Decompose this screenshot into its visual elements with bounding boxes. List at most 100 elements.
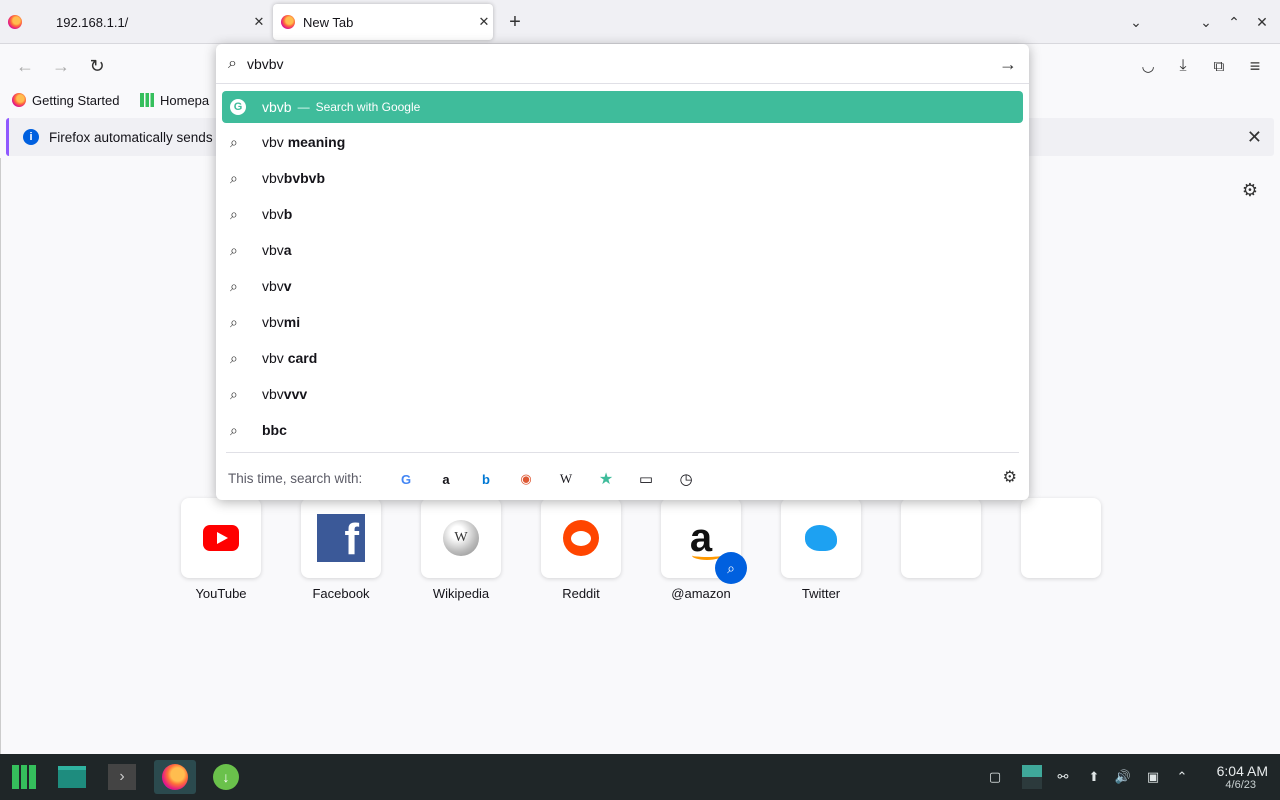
top-site-empty[interactable] bbox=[901, 498, 981, 578]
reload-icon[interactable]: ↻ bbox=[83, 52, 111, 80]
suggestion-row[interactable]: ⌕ vbv vvv bbox=[222, 376, 1023, 412]
tab-label: 192.168.1.1/ bbox=[56, 14, 129, 30]
bookmarks-icon[interactable]: ★ bbox=[595, 468, 617, 490]
history-icon[interactable]: ◷ bbox=[675, 468, 697, 490]
tabs-icon[interactable]: ▭ bbox=[635, 468, 657, 490]
tray-expand-icon[interactable]: ⌃ bbox=[1171, 766, 1193, 788]
top-site-twitter[interactable] bbox=[781, 498, 861, 578]
amazon-icon[interactable]: a bbox=[435, 468, 457, 490]
taskbar: › ↓ ▢ ⚯ ⬆ 🔊 ▣ ⌃ 6:04 AM 4/6/23 bbox=[0, 754, 1280, 800]
suggestion-text: vbv bbox=[262, 278, 284, 294]
suggestion-bold: v bbox=[283, 278, 292, 294]
new-tab-button[interactable]: + bbox=[505, 11, 525, 33]
search-icon: ⌕ bbox=[230, 349, 238, 366]
maximize-icon[interactable]: ⌃ bbox=[1224, 12, 1244, 32]
menu-icon[interactable]: ≡ bbox=[1241, 52, 1269, 80]
suggestion-row[interactable]: ⌕ bbc bbox=[222, 412, 1023, 448]
clock-time[interactable]: 6:04 AM bbox=[1198, 763, 1268, 779]
suggestion-row[interactable]: ⌕ vbv v bbox=[222, 268, 1023, 304]
firefox-view-button[interactable] bbox=[8, 4, 32, 40]
one-off-search-bar: This time, search with: G a b ◉ W ★ ▭ ◷ … bbox=[216, 462, 1029, 494]
suggestion-row[interactable]: ⌕ vbv meaning bbox=[222, 124, 1023, 160]
top-site-facebook[interactable]: f bbox=[301, 498, 381, 578]
suggestion-bold: bvbvb bbox=[283, 170, 326, 186]
info-icon: i bbox=[23, 129, 39, 145]
suggestion-row[interactable]: ⌕ vbv bvbvb bbox=[222, 160, 1023, 196]
bookmark-homepage[interactable]: Homepa bbox=[140, 90, 209, 110]
amazon-icon: a bbox=[689, 516, 723, 560]
suggestion-text: vbv bbox=[262, 350, 288, 366]
bookmark-label: Homepa bbox=[160, 92, 210, 108]
manjaro-menu-icon[interactable] bbox=[6, 760, 42, 794]
suggestion-text: vbv bbox=[262, 134, 288, 150]
top-site-empty[interactable] bbox=[1021, 498, 1101, 578]
suggestion-bold: card bbox=[287, 350, 318, 366]
suggestion-text: vbv bbox=[262, 242, 284, 258]
file-manager-icon[interactable] bbox=[54, 760, 90, 794]
divider bbox=[226, 452, 1019, 453]
tab-router[interactable]: 192.168.1.1/ ✕ bbox=[44, 4, 268, 40]
firefox-icon bbox=[281, 15, 295, 29]
suggestion-row[interactable]: ⌕ vbv a bbox=[222, 232, 1023, 268]
gear-icon[interactable]: ⚙ bbox=[1003, 467, 1017, 487]
wikipedia-icon: W bbox=[443, 520, 479, 556]
downloads-icon[interactable]: ⤓ bbox=[1169, 52, 1197, 80]
show-desktop-icon[interactable]: ▢ bbox=[984, 766, 1006, 788]
top-site-youtube[interactable] bbox=[181, 498, 261, 578]
bookmark-getting-started[interactable]: Getting Started bbox=[12, 90, 119, 110]
top-site-label: Reddit bbox=[562, 586, 600, 601]
suggestion-bold: b bbox=[283, 206, 293, 222]
bing-icon[interactable]: b bbox=[475, 468, 497, 490]
firefox-icon bbox=[12, 93, 26, 107]
go-arrow-icon[interactable]: → bbox=[999, 54, 1017, 75]
close-icon[interactable]: ✕ bbox=[250, 13, 268, 31]
top-site-reddit[interactable] bbox=[541, 498, 621, 578]
urlbar-input[interactable] bbox=[246, 55, 947, 72]
extensions-icon[interactable]: ⧉ bbox=[1205, 52, 1233, 80]
suggestion-text: vbv bbox=[262, 314, 284, 330]
top-site-label: Facebook bbox=[312, 586, 370, 601]
suggestion-row[interactable]: ⌕ vbv mi bbox=[222, 304, 1023, 340]
search-icon: ⌕ bbox=[230, 169, 238, 186]
top-site-label: Twitter bbox=[801, 586, 841, 601]
suggestion-text: vbvb bbox=[262, 99, 292, 115]
wikipedia-icon[interactable]: W bbox=[555, 468, 577, 490]
pager-icon[interactable] bbox=[1021, 764, 1043, 790]
pocket-icon[interactable]: ◡ bbox=[1134, 52, 1162, 80]
list-all-tabs-icon[interactable]: ⌄ bbox=[1126, 12, 1146, 32]
notification-text: Firefox automatically sends bbox=[49, 129, 213, 145]
firefox-taskbar-icon[interactable] bbox=[154, 760, 196, 794]
minimize-icon[interactable]: ⌄ bbox=[1196, 12, 1216, 32]
kde-connect-icon[interactable]: ⚯ bbox=[1052, 766, 1074, 788]
suggestion-row[interactable]: ⌕ vbv b bbox=[222, 196, 1023, 232]
close-icon[interactable]: ✕ bbox=[1247, 127, 1262, 148]
back-icon[interactable]: ← bbox=[11, 52, 39, 80]
clock-date[interactable]: 4/6/23 bbox=[1198, 779, 1256, 791]
close-icon[interactable]: ✕ bbox=[475, 13, 493, 31]
top-site-label: @amazon bbox=[671, 586, 731, 601]
forward-icon[interactable]: → bbox=[47, 52, 75, 80]
top-site-label: YouTube bbox=[195, 586, 247, 601]
volume-icon[interactable]: 🔊 bbox=[1112, 766, 1134, 788]
gear-icon[interactable]: ⚙ bbox=[1242, 180, 1258, 201]
search-icon: ⌕ bbox=[230, 205, 238, 222]
suggestion-row[interactable]: G vbvb — Search with Google bbox=[222, 91, 1023, 123]
search-icon: ⌕ bbox=[230, 385, 238, 402]
update-icon[interactable]: ↓ bbox=[208, 760, 244, 794]
tab-new-tab[interactable]: New Tab ✕ bbox=[273, 4, 493, 40]
suggestion-row[interactable]: ⌕ vbv card bbox=[222, 340, 1023, 376]
close-window-icon[interactable]: ✕ bbox=[1252, 12, 1272, 32]
bookmark-label: Getting Started bbox=[32, 92, 120, 108]
suggestion-text: vbv bbox=[262, 206, 284, 222]
search-icon: ⌕ bbox=[230, 277, 238, 294]
firefox-icon bbox=[8, 15, 22, 29]
search-icon: ⌕ bbox=[228, 54, 237, 72]
manjaro-icon bbox=[140, 93, 154, 107]
duckduckgo-icon[interactable]: ◉ bbox=[515, 468, 537, 490]
top-site-wikipedia[interactable]: W bbox=[421, 498, 501, 578]
network-icon[interactable]: ▣ bbox=[1142, 766, 1164, 788]
terminal-icon[interactable]: › bbox=[104, 760, 140, 794]
google-icon[interactable]: G bbox=[395, 468, 417, 490]
updates-tray-icon[interactable]: ⬆ bbox=[1083, 766, 1105, 788]
twitter-icon bbox=[805, 525, 837, 551]
